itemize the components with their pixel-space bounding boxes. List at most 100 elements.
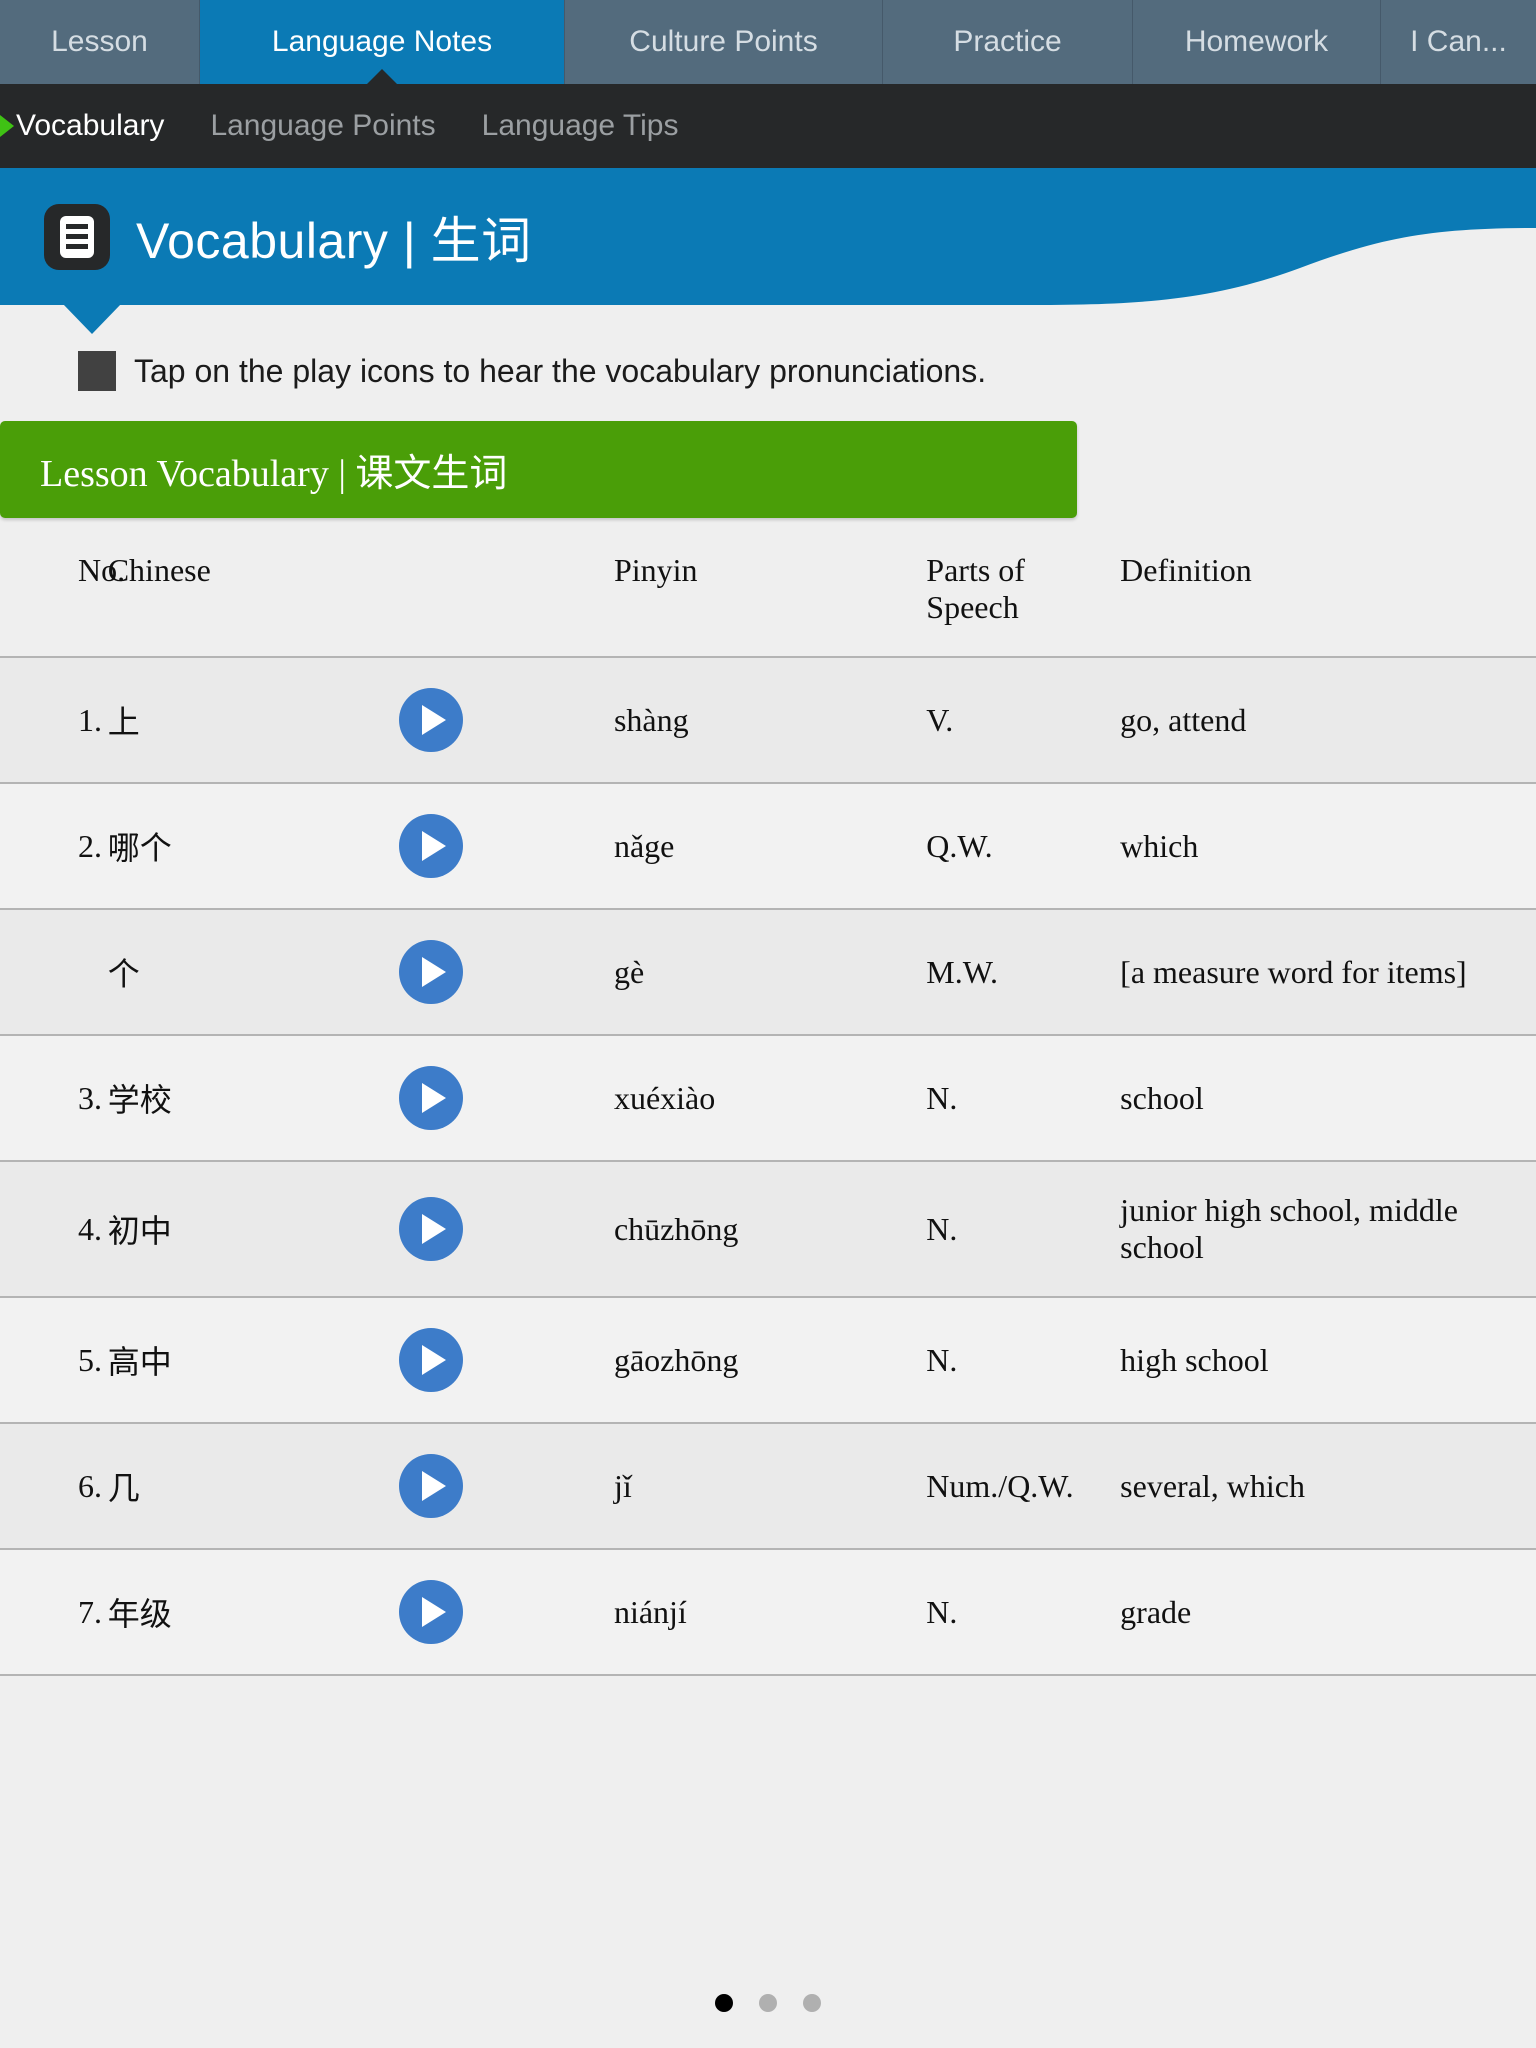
- sub-nav-bar: Vocabulary Language Points Language Tips: [0, 84, 1536, 168]
- play-marker-icon: [0, 115, 14, 137]
- cell-no: 4.: [0, 1160, 108, 1297]
- tab-culture-points[interactable]: Culture Points: [565, 0, 883, 84]
- cell-pinyin: niánjí: [613, 1548, 927, 1674]
- page-indicator[interactable]: [0, 1994, 1536, 2012]
- play-icon[interactable]: [398, 1197, 463, 1261]
- cell-pos: N.: [926, 1548, 1121, 1674]
- section-banner: Vocabulary | 生词: [0, 168, 1536, 334]
- cell-definition: several, which: [1120, 1422, 1536, 1549]
- cell-definition: school: [1120, 1034, 1536, 1161]
- table-body: 1. 上 shàng V. go, attend 2. 哪个 nǎge Q.W. which 个 gè…: [0, 656, 1536, 1674]
- tab-label: Lesson: [51, 25, 148, 58]
- table-row: 4. 初中 chūzhōng N. junior high school, middle…: [0, 1160, 1536, 1297]
- cell-no: 3.: [0, 1034, 108, 1161]
- tab-label: Language Notes: [271, 25, 493, 58]
- cell-play: [398, 908, 614, 1035]
- header-pos: Parts of Speech: [926, 552, 1025, 625]
- table-row: 1. 上 shàng V. go, attend: [0, 656, 1536, 783]
- table-row: 7. 年级 niánjí N. grade: [0, 1548, 1536, 1674]
- subnav-item-vocabulary[interactable]: Vocabulary: [0, 109, 164, 143]
- page-root: Lesson Language Notes Culture Points Pra…: [0, 0, 1536, 2048]
- play-icon[interactable]: [398, 688, 463, 752]
- cell-pinyin: nǎge: [613, 782, 927, 909]
- play-icon[interactable]: [398, 1580, 463, 1644]
- cell-play: [398, 656, 614, 783]
- cell-play: [398, 1160, 614, 1297]
- document-icon: [44, 203, 110, 270]
- cell-play: [398, 1548, 614, 1674]
- instruction-row: Tap on the play icons to hear the vocabu…: [0, 305, 1536, 391]
- subnav-item-language-points[interactable]: Language Points: [210, 109, 435, 143]
- cell-pos: N.: [926, 1034, 1121, 1161]
- cell-definition: high school: [1120, 1296, 1536, 1423]
- tab-label: Culture Points: [629, 25, 818, 58]
- header-definition: Definition: [1120, 552, 1252, 588]
- play-icon[interactable]: [398, 814, 463, 878]
- cell-chinese: 个: [107, 908, 399, 1035]
- cell-pos: V.: [926, 656, 1121, 783]
- cell-play: [398, 782, 614, 909]
- cell-play: [398, 1422, 614, 1549]
- page-dot-1[interactable]: [715, 1994, 733, 2012]
- cell-definition: grade: [1120, 1548, 1536, 1674]
- cell-chinese: 上: [107, 656, 399, 783]
- table-row: 2. 哪个 nǎge Q.W. which: [0, 782, 1536, 909]
- tab-homework[interactable]: Homework: [1133, 0, 1381, 84]
- section-header-bar: Lesson Vocabulary | 课文生词: [0, 421, 1077, 518]
- cell-no: [0, 908, 108, 1035]
- header-play: [399, 518, 614, 657]
- table-row: 5. 高中 gāozhōng N. high school: [0, 1296, 1536, 1423]
- cell-chinese: 年级: [107, 1548, 399, 1674]
- play-icon[interactable]: [398, 1328, 463, 1392]
- main-tab-bar: Lesson Language Notes Culture Points Pra…: [0, 0, 1536, 85]
- cell-pos: N.: [926, 1160, 1121, 1297]
- cell-chinese: 几: [107, 1422, 399, 1549]
- cell-chinese: 学校: [107, 1034, 399, 1161]
- cell-pinyin: shàng: [613, 656, 927, 783]
- page-title: Vocabulary | 生词: [136, 212, 532, 269]
- table-header: No. Chinese Pinyin Parts of Speech Defin…: [0, 518, 1536, 657]
- cell-no: 1.: [0, 656, 108, 783]
- table-row: 个 gè M.W. [a measure word for items]: [0, 908, 1536, 1035]
- cell-chinese: 初中: [107, 1160, 399, 1297]
- page-dot-3[interactable]: [803, 1994, 821, 2012]
- cell-definition: go, attend: [1120, 656, 1536, 783]
- cell-pinyin: gāozhōng: [613, 1296, 927, 1423]
- header-no: No.: [78, 552, 126, 588]
- tab-practice[interactable]: Practice: [883, 0, 1133, 84]
- cell-definition: [a measure word for items]: [1120, 908, 1536, 1035]
- page-dot-2[interactable]: [759, 1994, 777, 2012]
- cell-definition: which: [1120, 782, 1536, 909]
- section-title: Lesson Vocabulary | 课文生词: [40, 453, 508, 495]
- play-icon[interactable]: [398, 940, 463, 1004]
- subnav-label: Language Points: [210, 109, 436, 142]
- cell-play: [398, 1034, 614, 1161]
- active-tab-notch: [366, 69, 398, 85]
- instruction-text: Tap on the play icons to hear the vocabu…: [134, 352, 987, 389]
- play-icon[interactable]: [398, 1066, 463, 1130]
- tab-language-notes[interactable]: Language Notes: [200, 0, 565, 85]
- cell-pinyin: chūzhōng: [613, 1160, 927, 1297]
- banner-pointer: [63, 304, 121, 334]
- header-pinyin: Pinyin: [613, 552, 698, 588]
- cell-chinese: 高中: [107, 1296, 399, 1423]
- cell-no: 2.: [0, 782, 108, 909]
- table-bottom-rule: [0, 1674, 1536, 1676]
- tab-label: Practice: [953, 25, 1062, 58]
- play-icon[interactable]: [398, 1454, 463, 1518]
- vocabulary-table: No. Chinese Pinyin Parts of Speech Defin…: [0, 518, 1536, 1674]
- note-square-icon: [78, 351, 116, 391]
- cell-pinyin: jǐ: [613, 1422, 927, 1549]
- subnav-item-language-tips[interactable]: Language Tips: [482, 109, 679, 143]
- tab-lesson[interactable]: Lesson: [0, 0, 200, 84]
- header-chinese: Chinese: [107, 552, 211, 588]
- cell-pinyin: gè: [613, 908, 927, 1035]
- cell-pos: Q.W.: [926, 782, 1121, 909]
- cell-no: 5.: [0, 1296, 108, 1423]
- cell-no: 7.: [0, 1548, 108, 1674]
- cell-play: [398, 1296, 614, 1423]
- table-row: 6. 几 jǐ Num./Q.W. several, which: [0, 1422, 1536, 1549]
- cell-pos: Num./Q.W.: [926, 1422, 1121, 1549]
- tab-i-can[interactable]: I Can...: [1381, 0, 1536, 84]
- tab-label: Homework: [1184, 25, 1329, 58]
